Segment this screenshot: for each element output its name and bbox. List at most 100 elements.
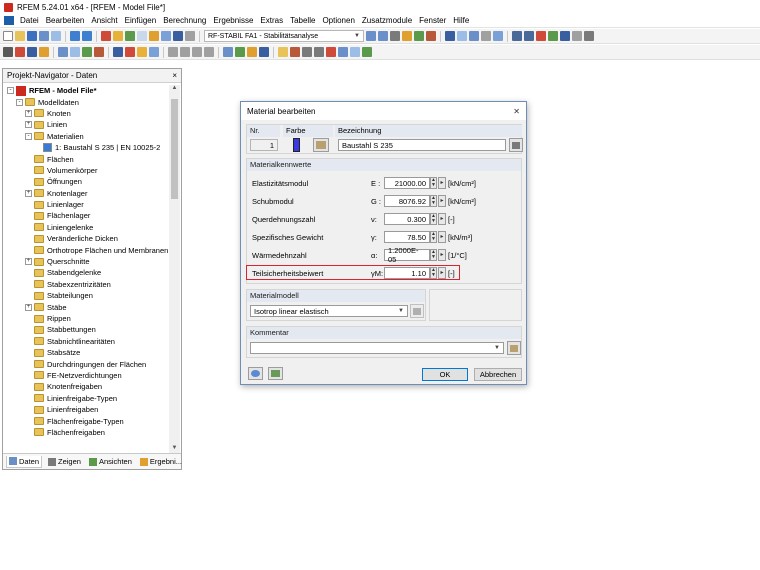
menu-optionen[interactable]: Optionen [322,16,354,25]
spinner-icon[interactable]: ▲ ▼ [430,195,437,207]
property-value-field[interactable]: 21000.00 [384,177,430,189]
collapse-icon[interactable]: - [7,87,14,95]
material-model-select[interactable]: Isotrop linear elastisch ▼ [250,305,408,317]
spinner-icon[interactable]: ▲ ▼ [430,231,437,243]
next-case-icon[interactable] [378,31,388,41]
tree-item[interactable]: Veränderliche Dicken [3,233,169,244]
menu-bearbeiten[interactable]: Bearbeiten [46,16,85,25]
model-check-icon[interactable] [125,31,135,41]
search-icon[interactable] [113,31,123,41]
line-icon[interactable] [27,47,37,57]
zoom-all-icon[interactable] [512,31,522,41]
calculate-icon[interactable] [149,31,159,41]
show-results-icon[interactable] [402,31,412,41]
document-menu-icon[interactable] [4,16,14,25]
expand-icon[interactable]: + [25,121,32,129]
tree-item[interactable]: 1: Baustahl S 235 | EN 10025-2 [3,142,169,153]
tab-zeigen[interactable]: Zeigen [46,456,83,467]
collapse-icon[interactable]: - [16,98,23,106]
color-picker-button[interactable] [313,138,329,152]
menu-tabelle[interactable]: Tabelle [290,16,315,25]
tree-item[interactable]: Linienfreigaben [3,404,169,415]
scroll-up-icon[interactable]: ▲ [169,85,180,95]
scale-icon[interactable] [204,47,214,57]
tree-item[interactable]: Flächenfreigabe-Typen [3,415,169,426]
layers-icon[interactable] [350,47,360,57]
material-library-button[interactable] [509,138,523,152]
settings-icon[interactable] [185,31,195,41]
tree-item[interactable]: Stabsätze [3,347,169,358]
menu-datei[interactable]: Datei [20,16,39,25]
comment-field[interactable]: ▼ [250,342,504,354]
menu-zusatzmodule[interactable]: Zusatzmodule [362,16,412,25]
property-value-field[interactable]: 8076.92 [384,195,430,207]
tree-item[interactable]: + Knotenlager [3,188,169,199]
tree-item[interactable]: Stabnichtlinearitäten [3,336,169,347]
node-icon[interactable] [15,47,25,57]
tree-item[interactable]: - Modelldaten [3,96,169,107]
arrow-right-icon[interactable]: ▸ [438,231,446,243]
table-icon[interactable] [137,31,147,41]
units-button[interactable] [268,367,283,380]
axis-icon[interactable] [493,31,503,41]
load-icon[interactable] [113,47,123,57]
expand-icon[interactable]: + [25,189,32,197]
render-icon[interactable] [445,31,455,41]
dxf-icon[interactable] [259,47,269,57]
tree-item[interactable]: Flächen [3,153,169,164]
results-icon[interactable] [161,31,171,41]
collapse-icon[interactable]: - [25,132,32,140]
view-z-icon[interactable] [560,31,570,41]
undo-icon[interactable] [70,31,80,41]
support-icon[interactable] [82,47,92,57]
tree-item[interactable]: - Materialien [3,131,169,142]
view-icon[interactable] [390,31,400,41]
arrow-right-icon[interactable]: ▸ [438,249,446,261]
redo-icon[interactable] [82,31,92,41]
spinner-icon[interactable]: ▲ ▼ [430,249,437,261]
property-value-field[interactable]: 0.300 [384,213,430,225]
arrow-right-icon[interactable]: ▸ [438,195,446,207]
tree-item[interactable]: + Knoten [3,108,169,119]
tree-item[interactable]: Volumenkörper [3,165,169,176]
menu-berechnung[interactable]: Berechnung [163,16,206,25]
edit-icon[interactable] [101,31,111,41]
tree-item[interactable]: Liniengelenke [3,222,169,233]
tree-item[interactable]: + Querschnitte [3,256,169,267]
tab-daten[interactable]: Daten [6,455,43,468]
print-icon[interactable] [39,31,49,41]
tree-item[interactable]: Durchdringungen der Flächen [3,358,169,369]
model-settings-button[interactable] [410,304,424,318]
spinner-icon[interactable]: ▲ ▼ [430,177,437,189]
comment-icon[interactable] [235,47,245,57]
select-icon[interactable] [3,47,13,57]
ok-button[interactable]: OK [422,368,468,381]
tree-item[interactable]: Orthotrope Flächen und Membranen [3,244,169,255]
menu-fenster[interactable]: Fenster [419,16,446,25]
object-snap-icon[interactable] [314,47,324,57]
expand-icon[interactable]: + [25,258,32,266]
preview-icon[interactable] [51,31,61,41]
grid-icon[interactable] [481,31,491,41]
material-name-field[interactable]: Baustahl S 235 [338,139,506,151]
surface-icon[interactable] [58,47,68,57]
menu-extras[interactable]: Extras [260,16,283,25]
tab-ansichten[interactable]: Ansichten [87,456,134,467]
arrow-right-icon[interactable]: ▸ [438,213,446,225]
menu-ergebnisse[interactable]: Ergebnisse [213,16,253,25]
tree-item[interactable]: Stabendgelenke [3,267,169,278]
save-icon[interactable] [27,31,37,41]
close-icon[interactable]: × [172,71,177,80]
hinge-icon[interactable] [94,47,104,57]
tree-item[interactable]: + Stäbe [3,301,169,312]
mirror-icon[interactable] [192,47,202,57]
menu-einfuegen[interactable]: Einfügen [125,16,157,25]
tree-item[interactable]: Öffnungen [3,176,169,187]
check-icon[interactable] [362,47,372,57]
tab-ergebnisse[interactable]: Ergebni... [138,456,184,467]
spinner-icon[interactable]: ▲ ▼ [430,213,437,225]
tree-item[interactable]: Linienlager [3,199,169,210]
tree-item[interactable]: Stabexzentrizitäten [3,279,169,290]
menu-ansicht[interactable]: Ansicht [91,16,117,25]
deformation-icon[interactable] [426,31,436,41]
